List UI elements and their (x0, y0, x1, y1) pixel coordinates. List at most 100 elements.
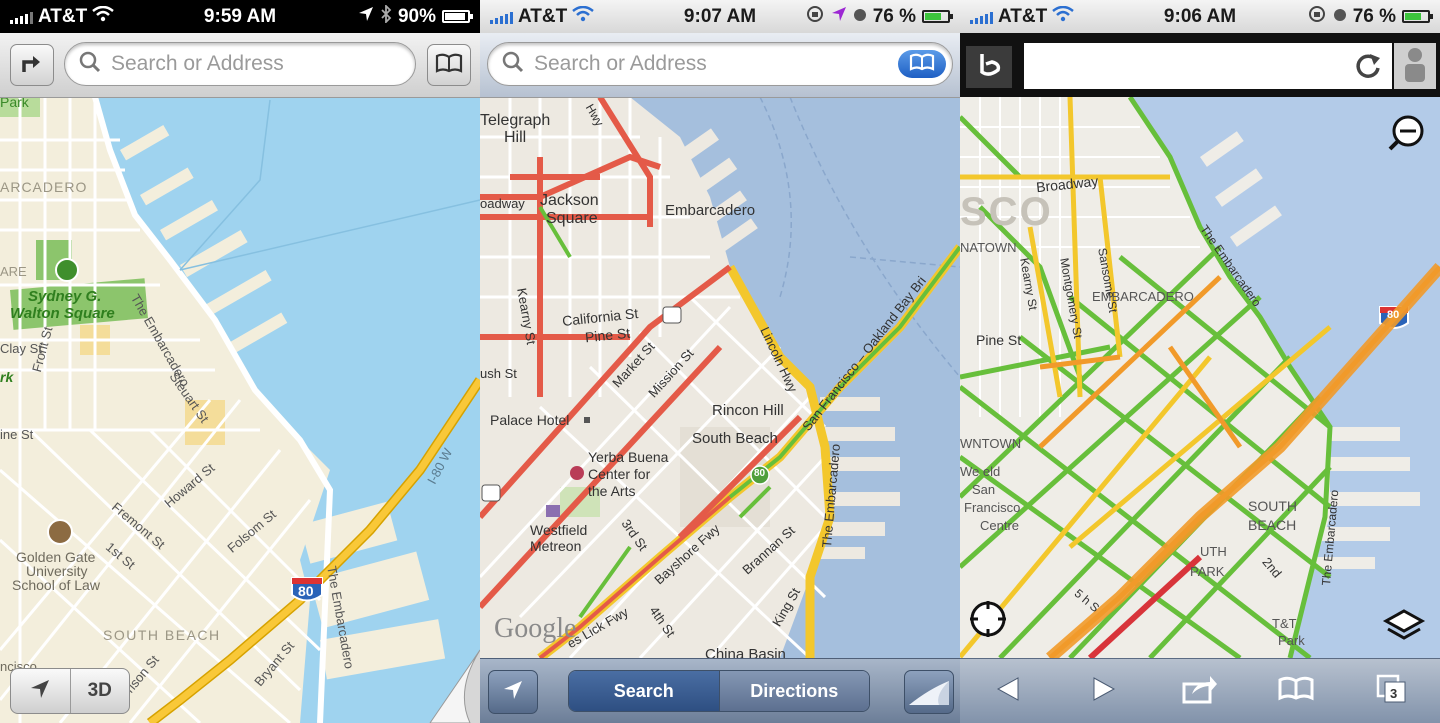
map-label-park-name: Sydney G. (28, 288, 102, 305)
map-label: T&T (1272, 616, 1297, 631)
map-label: Yerba Buena (588, 449, 669, 465)
google-map-canvas (480, 97, 960, 658)
map-label: Hill (504, 129, 527, 146)
map-label: oadway (480, 196, 525, 211)
bluetooth-icon (380, 3, 392, 29)
share-button[interactable] (1178, 670, 1222, 714)
address-field[interactable] (1024, 43, 1392, 89)
map-label-park-name: Walton Square (10, 305, 115, 322)
bing-logo-icon (974, 50, 1004, 85)
page-curl-button[interactable] (430, 650, 480, 723)
bing-map-view[interactable]: SCO Broadway NATOWN EMBARCADERO The Emba… (960, 97, 1440, 658)
tabs-button[interactable]: 3 (1370, 670, 1414, 714)
status-bar: AT&T 9:59 AM 90% (0, 0, 480, 33)
map-label: Square (546, 210, 598, 227)
carrier-name: AT&T (38, 5, 88, 27)
bing-logo-button[interactable] (966, 46, 1012, 88)
location-arrow-icon (503, 680, 523, 705)
shield-number: 80 (298, 583, 314, 599)
search-toolbar (0, 33, 480, 98)
map-label: NATOWN (960, 240, 1017, 255)
map-label: ARE (0, 264, 27, 279)
wifi-icon (572, 5, 595, 28)
search-input[interactable] (532, 51, 896, 77)
bookmarks-button[interactable] (427, 44, 471, 86)
bookmarks-button[interactable] (898, 50, 946, 78)
map-label: Metreon (530, 538, 582, 554)
map-controls: 3D (10, 668, 130, 714)
map-label: Francisco (964, 500, 1021, 515)
map-label: Centre (980, 518, 1020, 533)
shield-number: 80 (1387, 309, 1400, 321)
map-label: Palace Hotel (490, 412, 570, 428)
status-time: 9:07 AM (683, 5, 757, 27)
page-curl-button[interactable] (904, 670, 954, 714)
map-label: BEACH (1248, 517, 1297, 533)
apple-map-view[interactable]: Park ARCADERO ARE Sydney G. Walton Squar… (0, 0, 480, 723)
map-label: Pine St (976, 332, 1022, 348)
bing-maps-screen: SCO Broadway NATOWN EMBARCADERO The Emba… (960, 0, 1440, 723)
location-arrow-icon (30, 679, 50, 704)
search-field[interactable] (64, 42, 416, 86)
directions-button[interactable] (10, 44, 54, 86)
signal-strength-icon (10, 10, 33, 24)
carrier-name: AT&T (998, 5, 1048, 27)
map-label: rk (0, 369, 14, 385)
map-label-poi: School of Law (12, 577, 100, 593)
map-label: UTH (1200, 544, 1227, 559)
3d-button[interactable]: 3D (71, 669, 130, 713)
search-field[interactable] (487, 42, 953, 86)
battery-icon (442, 10, 473, 23)
forward-button[interactable] (1082, 670, 1126, 714)
map-label: WNTOWN (960, 436, 1022, 451)
map-label: ush St (480, 366, 517, 381)
battery-percent: 90% (397, 5, 436, 27)
safari-toolbar: 3 (960, 658, 1440, 723)
locate-me-button[interactable] (968, 599, 1008, 639)
current-location-button[interactable] (488, 670, 538, 714)
browser-header (960, 33, 1440, 97)
forward-arrow-icon (1092, 676, 1116, 707)
battery-percent: 76 % (1352, 5, 1396, 27)
map-label-poi: University (26, 563, 88, 579)
map-label: Embarcadero (665, 202, 756, 219)
google-maps-screen: Telegraph Hill Jackson Square Embarcader… (480, 0, 960, 723)
status-time: 9:59 AM (203, 5, 277, 27)
profile-button[interactable] (1394, 43, 1436, 89)
map-label: ARCADERO (0, 179, 88, 195)
map-label: South Beach (692, 430, 778, 447)
tabs-count: 3 (1390, 685, 1398, 701)
google-map-view[interactable]: Telegraph Hill Jackson Square Embarcader… (480, 97, 960, 658)
map-label: SOUTH (1248, 498, 1297, 514)
map-label: PARK (1190, 564, 1225, 579)
status-time: 9:06 AM (1163, 5, 1237, 27)
signal-strength-icon (490, 10, 513, 24)
rotation-lock-icon (805, 5, 825, 29)
location-arrow-icon (358, 6, 374, 28)
apple-maps-screen: Park ARCADERO ARE Sydney G. Walton Squar… (0, 0, 480, 723)
wifi-icon (92, 5, 115, 28)
wifi-icon (1052, 5, 1075, 28)
bookmarks-button[interactable] (1274, 670, 1318, 714)
person-icon (1402, 46, 1428, 87)
map-label-poi: Golden Gate (16, 549, 96, 565)
map-label: ine St (0, 427, 34, 442)
search-tab[interactable]: Search (569, 671, 719, 711)
battery-icon (922, 10, 953, 23)
status-bar: AT&T 9:06 AM 76 % (960, 0, 1440, 33)
battery-icon (1402, 10, 1433, 23)
battery-percent: 76 % (872, 5, 916, 27)
signal-strength-icon (970, 10, 993, 24)
layers-button[interactable] (1382, 605, 1426, 645)
current-location-button[interactable] (11, 669, 71, 713)
book-icon (1278, 676, 1314, 707)
back-arrow-icon (996, 676, 1020, 707)
directions-tab[interactable]: Directions (718, 671, 869, 711)
directions-arrow-icon (20, 52, 44, 79)
reload-icon[interactable] (1354, 52, 1382, 85)
zoom-out-button[interactable] (1388, 113, 1428, 153)
status-bar: AT&T 9:07 AM 76 % (480, 0, 960, 33)
back-button[interactable] (986, 670, 1030, 714)
map-label: the Arts (588, 483, 636, 499)
search-input[interactable] (109, 51, 382, 77)
